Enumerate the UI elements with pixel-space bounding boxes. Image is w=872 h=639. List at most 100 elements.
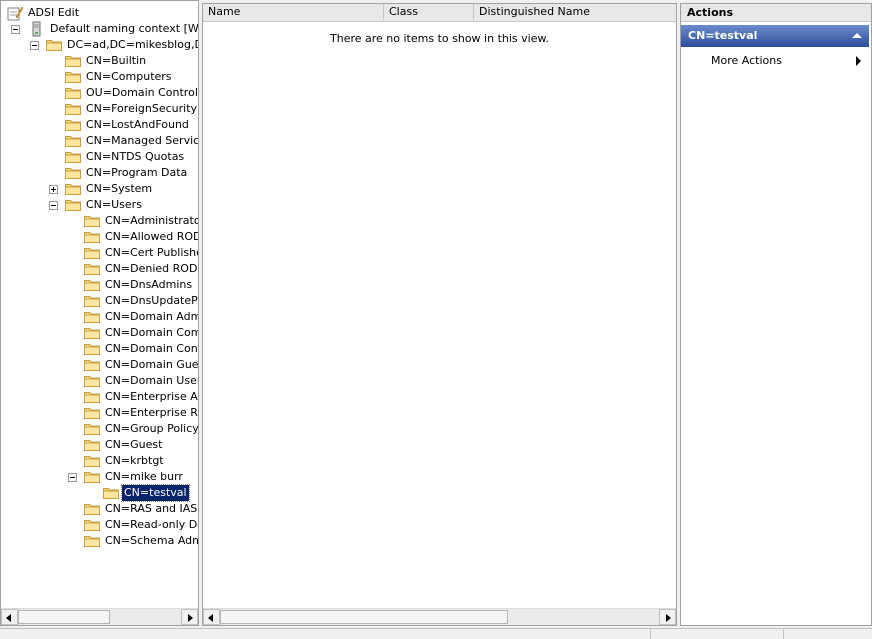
collapse-up-icon[interactable] xyxy=(852,33,862,38)
tree-node[interactable]: CN=DnsAdmins xyxy=(1,277,198,293)
tree-node-label: CN=Domain Contro xyxy=(105,342,198,355)
tree-node[interactable]: CN=DnsUpdateProx xyxy=(1,293,198,309)
tree-node[interactable]: CN=Managed Service A xyxy=(1,133,198,149)
column-header-class[interactable]: Class xyxy=(384,4,474,20)
tree-node[interactable]: CN=Domain Guests xyxy=(1,357,198,373)
tree-node[interactable]: CN=Denied RODC P xyxy=(1,261,198,277)
folder-icon xyxy=(84,472,100,483)
tree-node[interactable]: CN=Cert Publishers xyxy=(1,245,198,261)
scroll-left-button[interactable] xyxy=(1,609,18,625)
tree-node[interactable]: CN=Administrator xyxy=(1,213,198,229)
results-list-pane[interactable]: Name Class Distinguished Name There are … xyxy=(202,3,677,626)
tree-node-label: OU=Domain Controllers xyxy=(86,86,198,99)
collapse-minus-icon[interactable] xyxy=(68,473,77,482)
tree-node[interactable]: CN=testval xyxy=(1,484,198,502)
tree-node-label: CN=Program Data xyxy=(86,166,188,179)
tree-node[interactable]: CN=Domain Admins xyxy=(1,309,198,325)
tree-node-label: CN=mike burr xyxy=(105,470,183,483)
server-icon xyxy=(32,21,41,37)
column-header-distinguished-name[interactable]: Distinguished Name xyxy=(474,4,676,20)
folder-icon xyxy=(65,200,81,211)
tree-node[interactable]: CN=System xyxy=(1,181,198,197)
more-actions-item[interactable]: More Actions xyxy=(681,52,869,70)
tree-node[interactable]: CN=Computers xyxy=(1,69,198,85)
tree-node-label: CN=Administrator xyxy=(105,214,198,227)
actions-pane: Actions CN=testval More Actions xyxy=(680,3,872,626)
scroll-right-button[interactable] xyxy=(181,609,198,625)
folder-icon xyxy=(84,344,100,355)
tree-node[interactable]: CN=NTDS Quotas xyxy=(1,149,198,165)
collapse-minus-icon[interactable] xyxy=(49,201,58,210)
console-tree: ADSI Edit Default naming context [WIN-U D… xyxy=(1,1,198,607)
actions-title: Actions xyxy=(681,4,871,22)
tree-node[interactable]: CN=mike burr xyxy=(1,469,198,485)
folder-icon xyxy=(84,440,100,451)
tree-node[interactable]: CN=krbtgt xyxy=(1,453,198,469)
tree-node[interactable]: CN=LostAndFound xyxy=(1,117,198,133)
tree-node[interactable]: CN=ForeignSecurityPrin xyxy=(1,101,198,117)
collapse-minus-icon[interactable] xyxy=(30,41,39,50)
folder-icon xyxy=(84,328,100,339)
tree-node-label: CN=System xyxy=(86,182,153,195)
folder-icon xyxy=(65,152,81,163)
tree-node-label: Default naming context [WIN-U xyxy=(50,22,198,35)
arrow-right-icon xyxy=(188,614,193,622)
folder-icon xyxy=(84,536,100,547)
scroll-left-button[interactable] xyxy=(203,609,220,625)
tree-node[interactable]: CN=Domain Compu xyxy=(1,325,198,341)
tree-horizontal-scrollbar[interactable] xyxy=(1,608,198,625)
tree-node-label: CN=RAS and IAS S xyxy=(105,502,198,515)
tree-node-label: CN=Domain Users xyxy=(105,374,198,387)
actions-section-header[interactable]: CN=testval xyxy=(681,25,869,47)
tree-node-label: CN=Domain Admins xyxy=(105,310,198,323)
console-tree-pane[interactable]: ADSI Edit Default naming context [WIN-U D… xyxy=(0,0,199,626)
tree-node-label: CN=DnsAdmins xyxy=(105,278,193,291)
tree-node-label: CN=Schema Admins xyxy=(105,534,198,547)
folder-icon xyxy=(46,40,62,51)
tree-node-label: CN=Domain Guests xyxy=(105,358,198,371)
adsi-edit-icon xyxy=(7,6,23,21)
tree-node[interactable]: Default naming context [WIN-U xyxy=(1,21,198,37)
tree-node[interactable]: CN=Allowed RODC xyxy=(1,229,198,245)
tree-node[interactable]: CN=Users xyxy=(1,197,198,213)
tree-node-label: CN=Guest xyxy=(105,438,163,451)
tree-node[interactable]: CN=Read-only Dom xyxy=(1,517,198,533)
folder-icon xyxy=(84,248,100,259)
more-actions-label: More Actions xyxy=(711,54,782,67)
tree-node[interactable]: OU=Domain Controllers xyxy=(1,85,198,101)
actions-section-label: CN=testval xyxy=(688,29,758,42)
tree-node[interactable]: CN=Guest xyxy=(1,437,198,453)
list-horizontal-scrollbar[interactable] xyxy=(203,608,676,625)
scroll-thumb[interactable] xyxy=(18,610,110,624)
tree-node[interactable]: CN=Enterprise Adm xyxy=(1,389,198,405)
tree-node[interactable]: DC=ad,DC=mikesblog,DC= xyxy=(1,37,198,53)
tree-node[interactable]: CN=Builtin xyxy=(1,53,198,69)
tree-node-label: CN=Builtin xyxy=(86,54,147,67)
tree-node[interactable]: CN=Enterprise Rea xyxy=(1,405,198,421)
tree-node-label: CN=ForeignSecurityPrin xyxy=(86,102,198,115)
tree-node[interactable]: CN=Domain Contro xyxy=(1,341,198,357)
tree-node-label: CN=Denied RODC P xyxy=(105,262,198,275)
tree-node[interactable]: CN=Schema Admins xyxy=(1,533,198,549)
tree-node[interactable]: CN=Group Policy Cr xyxy=(1,421,198,437)
arrow-left-icon xyxy=(208,614,213,622)
folder-icon xyxy=(65,72,81,83)
status-bar xyxy=(0,628,872,639)
collapse-minus-icon[interactable] xyxy=(11,25,20,34)
folder-icon xyxy=(84,232,100,243)
tree-node-label: CN=Group Policy Cr xyxy=(105,422,198,435)
arrow-right-icon xyxy=(666,614,671,622)
folder-icon xyxy=(65,56,81,67)
column-header-name[interactable]: Name xyxy=(203,4,384,20)
tree-node[interactable]: CN=Domain Users xyxy=(1,373,198,389)
tree-node[interactable]: CN=Program Data xyxy=(1,165,198,181)
folder-icon xyxy=(84,296,100,307)
folder-icon xyxy=(84,456,100,467)
scroll-right-button[interactable] xyxy=(659,609,676,625)
tree-node-label: CN=Allowed RODC xyxy=(105,230,198,243)
folder-icon xyxy=(84,312,100,323)
scroll-thumb[interactable] xyxy=(220,610,508,624)
tree-node[interactable]: CN=RAS and IAS S xyxy=(1,501,198,517)
tree-node-label: CN=krbtgt xyxy=(105,454,164,467)
expand-plus-icon[interactable] xyxy=(49,185,58,194)
